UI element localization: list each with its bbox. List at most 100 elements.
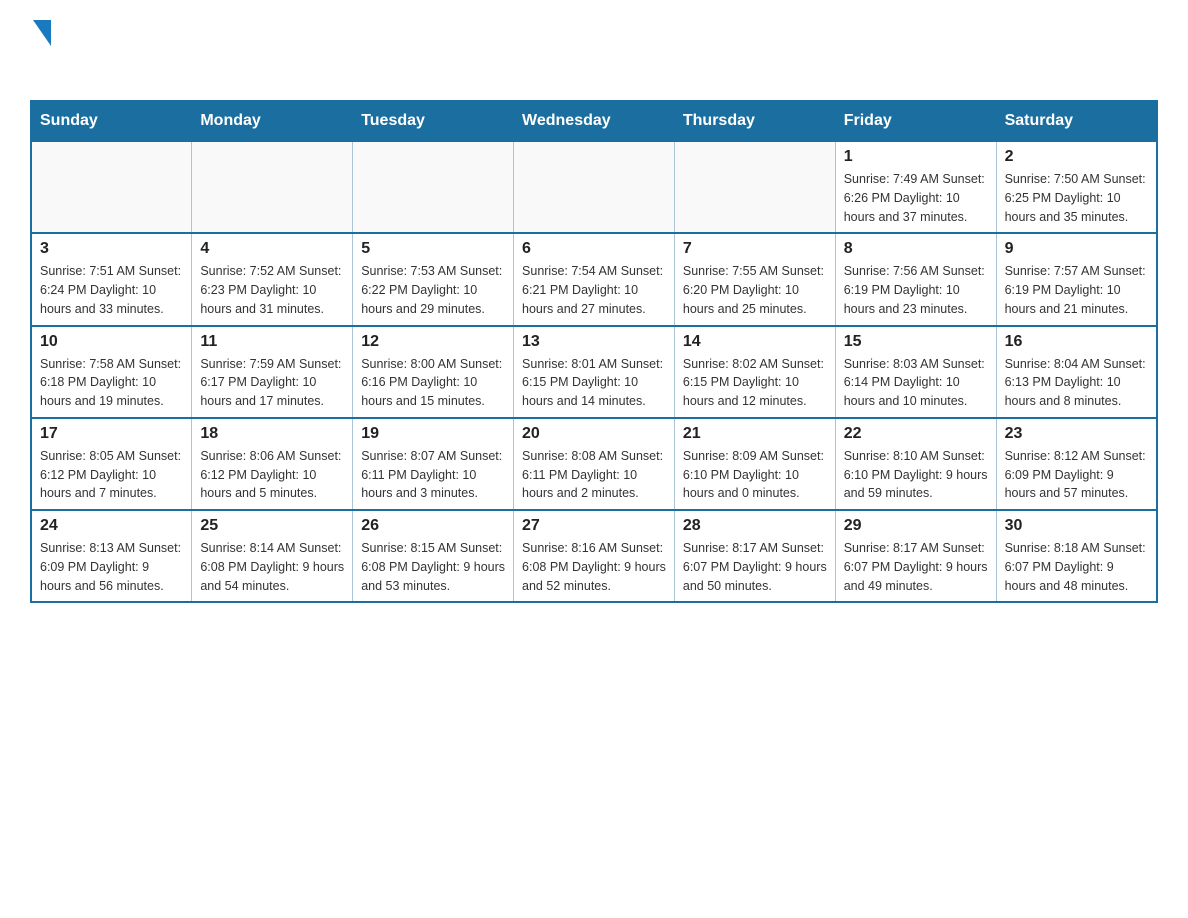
day-cell: 22 Sunrise: 8:10 AM Sunset: 6:10 PM Dayli… — [835, 418, 996, 510]
day-cell: 1 Sunrise: 7:49 AM Sunset: 6:26 PM Daylig… — [835, 141, 996, 233]
week-row-4: 17Sunrise: 8:05 AM Sunset: 6:12 PM Dayli… — [31, 418, 1157, 510]
day-info: Sunrise: 8:01 AM Sunset: 6:15 PM Dayligh… — [522, 355, 666, 411]
day-number: 15 — [844, 333, 988, 351]
day-number: 20 — [522, 425, 666, 443]
day-cell: 16 Sunrise: 8:04 AM Sunset: 6:13 PM Dayli… — [996, 326, 1157, 418]
day-cell: 13 Sunrise: 8:01 AM Sunset: 6:15 PM Dayli… — [514, 326, 675, 418]
day-info: Sunrise: 8:18 AM Sunset: 6:07 PM Dayligh… — [1005, 539, 1148, 595]
day-cell: 30 Sunrise: 8:18 AM Sunset: 6:07 PM Dayli… — [996, 510, 1157, 602]
day-cell: 12 Sunrise: 8:00 AM Sunset: 6:16 PM Dayli… — [353, 326, 514, 418]
day-cell: 9 Sunrise: 7:57 AM Sunset: 6:19 PM Daylig… — [996, 233, 1157, 325]
day-info: Sunrise: 7:49 AM Sunset: 6:26 PM Dayligh… — [844, 170, 988, 226]
day-number: 21 — [683, 425, 827, 443]
day-info: Sunrise: 7:56 AM Sunset: 6:19 PM Dayligh… — [844, 262, 988, 318]
day-cell — [31, 141, 192, 233]
day-info: Sunrise: 8:06 AM Sunset: 6:12 PM Dayligh… — [200, 447, 344, 503]
day-cell: 20 Sunrise: 8:08 AM Sunset: 6:11 PM Dayli… — [514, 418, 675, 510]
day-cell: 25 Sunrise: 8:14 AM Sunset: 6:08 PM Dayli… — [192, 510, 353, 602]
day-cell: 19Sunrise: 8:07 AM Sunset: 6:11 PM Dayli… — [353, 418, 514, 510]
day-info: Sunrise: 7:57 AM Sunset: 6:19 PM Dayligh… — [1005, 262, 1148, 318]
day-number: 3 — [40, 240, 183, 258]
day-number: 28 — [683, 517, 827, 535]
week-row-2: 3 Sunrise: 7:51 AM Sunset: 6:24 PM Daylig… — [31, 233, 1157, 325]
day-cell: 27 Sunrise: 8:16 AM Sunset: 6:08 PM Dayli… — [514, 510, 675, 602]
day-cell: 7 Sunrise: 7:55 AM Sunset: 6:20 PM Daylig… — [674, 233, 835, 325]
day-number: 16 — [1005, 333, 1148, 351]
day-info: Sunrise: 8:13 AM Sunset: 6:09 PM Dayligh… — [40, 539, 183, 595]
weekday-header-sunday: Sunday — [31, 101, 192, 141]
day-number: 26 — [361, 517, 505, 535]
day-cell: 26 Sunrise: 8:15 AM Sunset: 6:08 PM Dayli… — [353, 510, 514, 602]
day-cell: 8 Sunrise: 7:56 AM Sunset: 6:19 PM Daylig… — [835, 233, 996, 325]
day-info: Sunrise: 8:17 AM Sunset: 6:07 PM Dayligh… — [844, 539, 988, 595]
day-number: 13 — [522, 333, 666, 351]
day-number: 18 — [200, 425, 344, 443]
day-info: Sunrise: 8:03 AM Sunset: 6:14 PM Dayligh… — [844, 355, 988, 411]
weekday-header-row: SundayMondayTuesdayWednesdayThursdayFrid… — [31, 101, 1157, 141]
weekday-header-friday: Friday — [835, 101, 996, 141]
logo-arrow-icon — [33, 20, 51, 46]
day-info: Sunrise: 8:10 AM Sunset: 6:10 PM Dayligh… — [844, 447, 988, 503]
day-info: Sunrise: 7:50 AM Sunset: 6:25 PM Dayligh… — [1005, 170, 1148, 226]
day-number: 14 — [683, 333, 827, 351]
day-cell: 15 Sunrise: 8:03 AM Sunset: 6:14 PM Dayli… — [835, 326, 996, 418]
week-row-5: 24Sunrise: 8:13 AM Sunset: 6:09 PM Dayli… — [31, 510, 1157, 602]
day-info: Sunrise: 8:02 AM Sunset: 6:15 PM Dayligh… — [683, 355, 827, 411]
day-number: 12 — [361, 333, 505, 351]
day-cell: 23Sunrise: 8:12 AM Sunset: 6:09 PM Dayli… — [996, 418, 1157, 510]
calendar-table: SundayMondayTuesdayWednesdayThursdayFrid… — [30, 100, 1158, 603]
day-info: Sunrise: 7:59 AM Sunset: 6:17 PM Dayligh… — [200, 355, 344, 411]
day-number: 30 — [1005, 517, 1148, 535]
day-cell — [674, 141, 835, 233]
day-info: Sunrise: 8:09 AM Sunset: 6:10 PM Dayligh… — [683, 447, 827, 503]
day-info: Sunrise: 7:51 AM Sunset: 6:24 PM Dayligh… — [40, 262, 183, 318]
day-number: 11 — [200, 333, 344, 351]
day-cell: 4Sunrise: 7:52 AM Sunset: 6:23 PM Daylig… — [192, 233, 353, 325]
day-info: Sunrise: 8:16 AM Sunset: 6:08 PM Dayligh… — [522, 539, 666, 595]
header — [30, 20, 1158, 80]
day-cell: 24Sunrise: 8:13 AM Sunset: 6:09 PM Dayli… — [31, 510, 192, 602]
day-number: 4 — [200, 240, 344, 258]
day-number: 27 — [522, 517, 666, 535]
weekday-header-monday: Monday — [192, 101, 353, 141]
day-cell: 21 Sunrise: 8:09 AM Sunset: 6:10 PM Dayli… — [674, 418, 835, 510]
day-number: 10 — [40, 333, 183, 351]
day-cell — [353, 141, 514, 233]
day-info: Sunrise: 8:12 AM Sunset: 6:09 PM Dayligh… — [1005, 447, 1148, 503]
day-cell: 3 Sunrise: 7:51 AM Sunset: 6:24 PM Daylig… — [31, 233, 192, 325]
day-info: Sunrise: 8:14 AM Sunset: 6:08 PM Dayligh… — [200, 539, 344, 595]
day-number: 2 — [1005, 148, 1148, 166]
day-number: 29 — [844, 517, 988, 535]
weekday-header-wednesday: Wednesday — [514, 101, 675, 141]
day-info: Sunrise: 8:00 AM Sunset: 6:16 PM Dayligh… — [361, 355, 505, 411]
day-cell — [192, 141, 353, 233]
day-number: 1 — [844, 148, 988, 166]
day-number: 6 — [522, 240, 666, 258]
day-cell: 17Sunrise: 8:05 AM Sunset: 6:12 PM Dayli… — [31, 418, 192, 510]
day-cell: 2 Sunrise: 7:50 AM Sunset: 6:25 PM Daylig… — [996, 141, 1157, 233]
day-info: Sunrise: 8:15 AM Sunset: 6:08 PM Dayligh… — [361, 539, 505, 595]
weekday-header-saturday: Saturday — [996, 101, 1157, 141]
weekday-header-tuesday: Tuesday — [353, 101, 514, 141]
day-info: Sunrise: 7:55 AM Sunset: 6:20 PM Dayligh… — [683, 262, 827, 318]
day-number: 9 — [1005, 240, 1148, 258]
week-row-1: 1 Sunrise: 7:49 AM Sunset: 6:26 PM Daylig… — [31, 141, 1157, 233]
day-cell: 14 Sunrise: 8:02 AM Sunset: 6:15 PM Dayli… — [674, 326, 835, 418]
day-number: 5 — [361, 240, 505, 258]
week-row-3: 10Sunrise: 7:58 AM Sunset: 6:18 PM Dayli… — [31, 326, 1157, 418]
day-info: Sunrise: 8:05 AM Sunset: 6:12 PM Dayligh… — [40, 447, 183, 503]
day-info: Sunrise: 8:08 AM Sunset: 6:11 PM Dayligh… — [522, 447, 666, 503]
day-info: Sunrise: 8:07 AM Sunset: 6:11 PM Dayligh… — [361, 447, 505, 503]
day-cell: 29 Sunrise: 8:17 AM Sunset: 6:07 PM Dayli… — [835, 510, 996, 602]
day-cell: 18 Sunrise: 8:06 AM Sunset: 6:12 PM Dayli… — [192, 418, 353, 510]
day-number: 7 — [683, 240, 827, 258]
day-number: 25 — [200, 517, 344, 535]
logo — [30, 20, 51, 80]
day-info: Sunrise: 8:04 AM Sunset: 6:13 PM Dayligh… — [1005, 355, 1148, 411]
day-number: 22 — [844, 425, 988, 443]
day-number: 8 — [844, 240, 988, 258]
day-info: Sunrise: 8:17 AM Sunset: 6:07 PM Dayligh… — [683, 539, 827, 595]
day-cell: 5Sunrise: 7:53 AM Sunset: 6:22 PM Daylig… — [353, 233, 514, 325]
weekday-header-thursday: Thursday — [674, 101, 835, 141]
day-cell: 28 Sunrise: 8:17 AM Sunset: 6:07 PM Dayli… — [674, 510, 835, 602]
